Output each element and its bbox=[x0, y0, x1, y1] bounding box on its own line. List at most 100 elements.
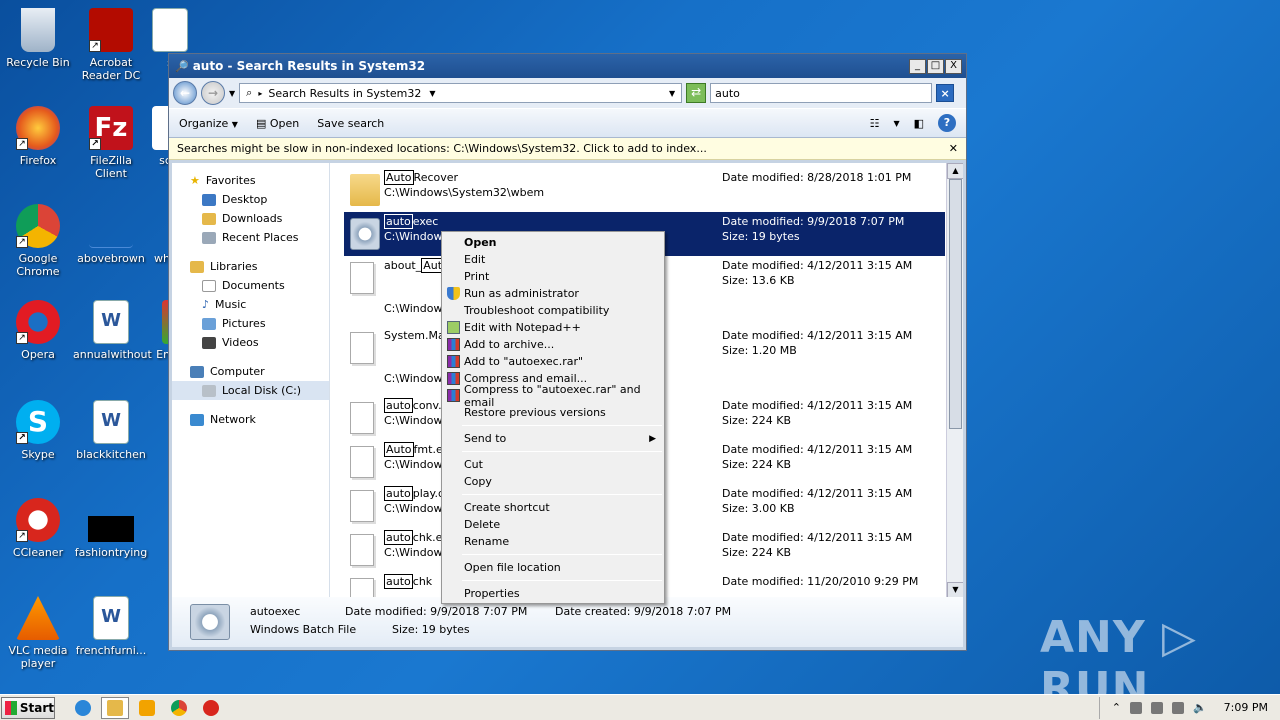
desktop-icon-firefox[interactable]: ↗ Firefox bbox=[0, 106, 76, 167]
desktop-icon-skype[interactable]: S ↗ Skype bbox=[0, 400, 76, 461]
menu-item-print[interactable]: Print bbox=[444, 268, 662, 285]
internet-explorer-icon bbox=[75, 699, 91, 716]
vertical-scrollbar[interactable]: ▲ ▼ bbox=[946, 163, 963, 598]
nav-item-local-disk[interactable]: Local Disk (C:) bbox=[172, 381, 329, 400]
nav-item-computer[interactable]: Computer bbox=[172, 362, 329, 381]
winrar-icon bbox=[447, 355, 460, 368]
breadcrumb[interactable]: Search Results in System32 bbox=[268, 87, 421, 100]
taskbar-stop[interactable] bbox=[197, 697, 225, 719]
menu-item-add-rar[interactable]: Add to "autoexec.rar" bbox=[444, 353, 662, 370]
menu-item-run-as-admin[interactable]: Run as administrator bbox=[444, 285, 662, 302]
desktop-icon-annualwithout[interactable]: W annualwithout bbox=[73, 300, 152, 361]
breadcrumb-arrow-icon[interactable]: ▸ bbox=[258, 89, 262, 98]
chevron-down-icon[interactable]: ▼ bbox=[429, 89, 435, 98]
help-icon[interactable]: ? bbox=[938, 114, 956, 132]
nav-item-videos[interactable]: Videos bbox=[172, 333, 329, 352]
nav-item-pictures[interactable]: Pictures bbox=[172, 314, 329, 333]
close-button[interactable]: X bbox=[945, 58, 962, 74]
menu-item-compress-rar-email[interactable]: Compress to "autoexec.rar" and email bbox=[444, 383, 662, 409]
tray-expand-icon[interactable]: ⌃ bbox=[1112, 701, 1121, 714]
open-icon: ▤ bbox=[255, 116, 267, 130]
menu-item-add-archive[interactable]: Add to archive... bbox=[444, 336, 662, 353]
winrar-icon bbox=[447, 372, 460, 385]
scroll-up-icon[interactable]: ▲ bbox=[947, 163, 963, 179]
refresh-button[interactable]: ⇄ bbox=[686, 83, 707, 103]
menu-item-create-shortcut[interactable]: Create shortcut bbox=[444, 499, 662, 516]
address-box[interactable]: ⌕ ▸ Search Results in System32 ▼ ▼ bbox=[239, 83, 683, 103]
skype-icon: S ↗ bbox=[16, 400, 60, 444]
search-input[interactable]: auto bbox=[710, 83, 933, 103]
taskbar-ie[interactable] bbox=[69, 697, 97, 719]
chevron-down-icon[interactable]: ▼ bbox=[669, 89, 675, 98]
desktop-icon-blackkitchen[interactable]: W blackkitchen bbox=[73, 400, 149, 461]
nav-item-recent-places[interactable]: Recent Places bbox=[172, 228, 329, 247]
menu-item-properties[interactable]: Properties bbox=[444, 585, 662, 602]
menu-item-restore-versions[interactable]: Restore previous versions bbox=[444, 404, 662, 421]
scroll-down-icon[interactable]: ▼ bbox=[947, 582, 963, 598]
menu-item-open[interactable]: Open bbox=[444, 234, 662, 251]
desktop-icon-fashiontrying[interactable]: fashiontrying bbox=[73, 498, 149, 559]
clock[interactable]: 7:09 PM bbox=[1224, 701, 1268, 714]
system-file-icon bbox=[350, 332, 374, 364]
menu-item-troubleshoot[interactable]: Troubleshoot compatibility bbox=[444, 302, 662, 319]
network-icon[interactable] bbox=[1171, 701, 1184, 714]
preview-pane-icon[interactable]: ◧ bbox=[914, 117, 924, 130]
flag-icon[interactable] bbox=[1129, 701, 1142, 714]
search-icon: ⌕ bbox=[246, 86, 253, 99]
start-button[interactable]: Start bbox=[1, 696, 55, 719]
window-title: auto - Search Results in System32 bbox=[192, 59, 426, 73]
clear-search-button[interactable]: × bbox=[936, 84, 955, 102]
taskbar-media-player[interactable] bbox=[133, 697, 161, 719]
chevron-down-icon[interactable]: ▼ bbox=[893, 119, 899, 128]
nav-item-favorites[interactable]: ★ Favorites bbox=[172, 171, 329, 190]
forward-button[interactable]: → bbox=[201, 81, 225, 105]
desktop-icon-chrome[interactable]: ↗ Google Chrome bbox=[0, 204, 76, 278]
menu-item-copy[interactable]: Copy bbox=[444, 473, 662, 490]
organize-button[interactable]: Organize ▼ bbox=[179, 117, 238, 130]
view-options-icon[interactable]: ☷ bbox=[870, 117, 880, 130]
title-bar[interactable]: 🔎 auto - Search Results in System32 _ □ … bbox=[169, 54, 966, 78]
nav-item-documents[interactable]: Documents bbox=[172, 276, 329, 295]
index-info-bar[interactable]: Searches might be slow in non-indexed lo… bbox=[169, 138, 966, 160]
nav-item-desktop[interactable]: Desktop bbox=[172, 190, 329, 209]
menu-item-send-to[interactable]: Send to ▶ bbox=[444, 430, 662, 447]
desktop-icon-opera[interactable]: ↗ Opera bbox=[0, 300, 76, 361]
nav-item-downloads[interactable]: Downloads bbox=[172, 209, 329, 228]
desktop-icon-vlc[interactable]: VLC media player bbox=[0, 596, 76, 670]
chevron-down-icon[interactable]: ▼ bbox=[229, 89, 235, 98]
open-button[interactable]: ▤ Open bbox=[256, 117, 299, 130]
menu-item-edit[interactable]: Edit bbox=[444, 251, 662, 268]
nav-item-network[interactable]: Network bbox=[172, 410, 329, 429]
taskbar-chrome[interactable] bbox=[165, 697, 193, 719]
result-row[interactable]: Auto Recover C:\Windows\System32\wbem Dat… bbox=[344, 168, 945, 212]
desktop-icon-recycle-bin[interactable]: Recycle Bin bbox=[0, 8, 76, 69]
save-search-button[interactable]: Save search bbox=[317, 117, 384, 130]
menu-separator bbox=[462, 494, 662, 495]
network-icon bbox=[190, 413, 204, 426]
scroll-thumb[interactable] bbox=[949, 179, 962, 429]
maximize-button[interactable]: □ bbox=[927, 58, 944, 74]
exe-file-icon bbox=[350, 402, 374, 434]
menu-item-delete[interactable]: Delete bbox=[444, 516, 662, 533]
menu-item-open-file-location[interactable]: Open file location bbox=[444, 559, 662, 576]
desktop-icon-acrobat[interactable]: ↗ Acrobat Reader DC bbox=[73, 8, 149, 82]
word-doc-icon: W bbox=[93, 300, 129, 344]
menu-item-rename[interactable]: Rename bbox=[444, 533, 662, 550]
screen-icon[interactable] bbox=[1150, 701, 1163, 714]
desktop-icon-abovebrown[interactable]: abovebrown bbox=[73, 204, 149, 265]
desktop-icon-frenchfurni[interactable]: W frenchfurni... bbox=[73, 596, 149, 657]
nav-item-libraries[interactable]: Libraries bbox=[172, 257, 329, 276]
menu-item-cut[interactable]: Cut bbox=[444, 456, 662, 473]
ccleaner-icon: ↗ bbox=[16, 498, 60, 542]
menu-item-notepadpp[interactable]: Edit with Notepad++ bbox=[444, 319, 662, 336]
minimize-button[interactable]: _ bbox=[909, 58, 926, 74]
close-icon[interactable]: ✕ bbox=[949, 142, 958, 155]
volume-icon[interactable]: 🔈 bbox=[1193, 701, 1207, 714]
nav-item-music[interactable]: ♪ Music bbox=[172, 295, 329, 314]
search-query[interactable]: auto bbox=[715, 87, 740, 100]
notepadpp-icon bbox=[447, 321, 460, 334]
taskbar-explorer[interactable] bbox=[101, 696, 129, 719]
back-button[interactable]: ← bbox=[173, 81, 197, 105]
desktop-icon-filezilla[interactable]: Fz ↗ FileZilla Client bbox=[73, 106, 149, 180]
desktop-icon-ccleaner[interactable]: ↗ CCleaner bbox=[0, 498, 76, 559]
